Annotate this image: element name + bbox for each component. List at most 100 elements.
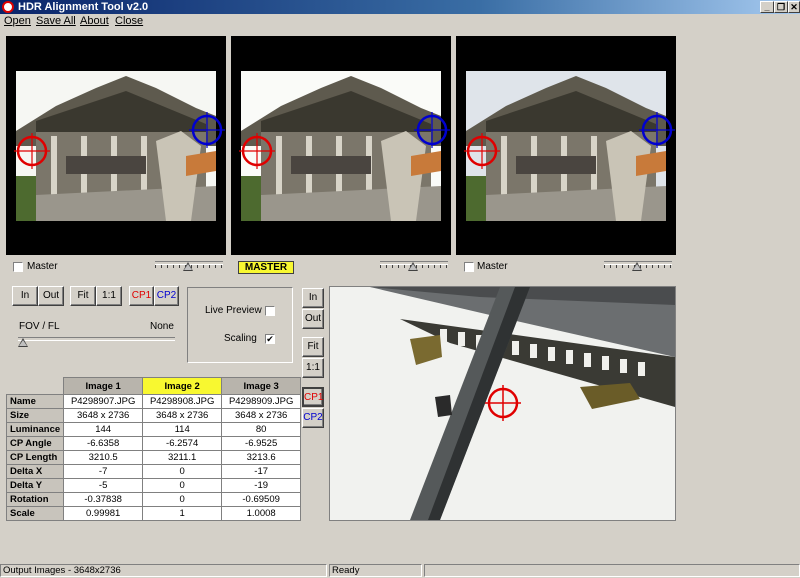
minimize-button[interactable]: _ bbox=[760, 1, 774, 13]
slider-thumb-3[interactable] bbox=[632, 262, 642, 271]
thumbnail-panel-1[interactable] bbox=[6, 36, 226, 255]
menu-open[interactable]: Open bbox=[4, 14, 31, 29]
table-cell: 3648 x 2736 bbox=[142, 408, 223, 423]
zoom-preview-image bbox=[330, 287, 675, 520]
status-bar: Output Images - 3648x2736 Ready bbox=[0, 563, 800, 578]
master-badge: MASTER bbox=[238, 261, 294, 274]
table-row: Size 3648 x 2736 3648 x 2736 3648 x 2736 bbox=[5, 408, 302, 423]
master-label-3: Master bbox=[477, 261, 508, 272]
row-label: Name bbox=[5, 394, 65, 409]
table-header-row: Image 1 Image 2 Image 3 bbox=[5, 377, 302, 395]
table-cell: -7 bbox=[63, 464, 144, 479]
menu-about[interactable]: About bbox=[80, 14, 109, 29]
table-cell: -6.9525 bbox=[221, 436, 302, 451]
table-cell: -0.37838 bbox=[63, 492, 144, 507]
close-window-button[interactable]: ✕ bbox=[788, 1, 800, 13]
app-icon bbox=[2, 1, 14, 13]
scaling-label: Scaling bbox=[224, 333, 257, 344]
table-cell: -6.2574 bbox=[142, 436, 223, 451]
image-info-table: Image 1 Image 2 Image 3 Name P4298907.JPG… bbox=[5, 377, 302, 521]
table-cell: 3210.5 bbox=[63, 450, 144, 465]
zoom-preview[interactable] bbox=[329, 286, 676, 521]
table-row: Name P4298907.JPG P4298908.JPG P4298909.JPG bbox=[5, 394, 302, 409]
table-cell: 0 bbox=[142, 464, 223, 479]
table-cell: -17 bbox=[221, 464, 302, 479]
preview-cp2-button[interactable]: CP2 bbox=[302, 408, 324, 428]
row-label: Size bbox=[5, 408, 65, 423]
title-bar: HDR Alignment Tool v2.0 _ ❐ ✕ bbox=[0, 0, 800, 14]
status-extra bbox=[424, 564, 800, 577]
fov-slider-thumb[interactable] bbox=[18, 338, 28, 347]
window-title: HDR Alignment Tool v2.0 bbox=[18, 1, 149, 13]
thumbnail-panel-3[interactable] bbox=[456, 36, 676, 255]
cp2-button[interactable]: CP2 bbox=[154, 286, 179, 306]
slider-thumb-1[interactable] bbox=[183, 262, 193, 271]
header-image-1: Image 1 bbox=[63, 377, 144, 395]
thumb-slider-1[interactable] bbox=[155, 261, 223, 271]
table-row: CP Angle -6.6358 -6.2574 -6.9525 bbox=[5, 436, 302, 451]
scaling-checkbox[interactable]: ✔ bbox=[265, 334, 275, 344]
row-label: Rotation bbox=[5, 492, 65, 507]
fov-label: FOV / FL bbox=[19, 321, 60, 332]
maximize-button[interactable]: ❐ bbox=[774, 1, 788, 13]
menu-save-all[interactable]: Save All bbox=[36, 14, 76, 29]
live-preview-checkbox[interactable] bbox=[265, 306, 275, 316]
table-cell: 0 bbox=[142, 478, 223, 493]
temple-photo-2 bbox=[231, 36, 451, 255]
table-cell: P4298907.JPG bbox=[63, 394, 144, 409]
row-label: CP Angle bbox=[5, 436, 65, 451]
header-image-3: Image 3 bbox=[221, 377, 302, 395]
zoom-out-button[interactable]: Out bbox=[38, 286, 64, 306]
table-row: Delta Y -5 0 -19 bbox=[5, 478, 302, 493]
thumb-slider-2[interactable] bbox=[380, 261, 448, 271]
preview-zoom-in-button[interactable]: In bbox=[302, 288, 324, 308]
row-label: Delta Y bbox=[5, 478, 65, 493]
table-corner bbox=[5, 377, 65, 395]
row-label: Delta X bbox=[5, 464, 65, 479]
one-to-one-button[interactable]: 1:1 bbox=[96, 286, 122, 306]
table-cell: -6.6358 bbox=[63, 436, 144, 451]
zoom-in-button[interactable]: In bbox=[12, 286, 38, 306]
fit-button[interactable]: Fit bbox=[70, 286, 96, 306]
table-cell: 3648 x 2736 bbox=[221, 408, 302, 423]
live-preview-label: Live Preview bbox=[205, 305, 262, 316]
table-cell: P4298909.JPG bbox=[221, 394, 302, 409]
preview-zoom-out-button[interactable]: Out bbox=[302, 309, 324, 329]
cp1-button[interactable]: CP1 bbox=[129, 286, 154, 306]
table-cell: P4298908.JPG bbox=[142, 394, 223, 409]
header-image-2: Image 2 bbox=[142, 377, 223, 395]
table-cell: 114 bbox=[142, 422, 223, 437]
table-row: CP Length 3210.5 3211.1 3213.6 bbox=[5, 450, 302, 465]
menu-close[interactable]: Close bbox=[115, 14, 143, 29]
fov-value: None bbox=[150, 321, 174, 332]
temple-photo-3 bbox=[456, 36, 676, 255]
table-cell: -0.69509 bbox=[221, 492, 302, 507]
table-cell: 3213.6 bbox=[221, 450, 302, 465]
table-cell: 0 bbox=[142, 492, 223, 507]
table-cell: 80 bbox=[221, 422, 302, 437]
table-cell: 3648 x 2736 bbox=[63, 408, 144, 423]
fov-slider[interactable] bbox=[18, 337, 175, 347]
master-checkbox-3[interactable] bbox=[464, 262, 474, 272]
table-row: Scale 0.99981 1 1.0008 bbox=[5, 506, 302, 521]
master-label-1: Master bbox=[27, 261, 58, 272]
thumb-slider-3[interactable] bbox=[604, 261, 672, 271]
table-cell: 1 bbox=[142, 506, 223, 521]
table-cell: 3211.1 bbox=[142, 450, 223, 465]
table-row: Rotation -0.37838 0 -0.69509 bbox=[5, 492, 302, 507]
preview-cp1-button[interactable]: CP1 bbox=[302, 387, 324, 407]
status-output-size: Output Images - 3648x2736 bbox=[0, 564, 327, 577]
master-checkbox-1[interactable] bbox=[13, 262, 23, 272]
preview-fit-button[interactable]: Fit bbox=[302, 337, 324, 357]
table-row: Delta X -7 0 -17 bbox=[5, 464, 302, 479]
table-row: Luminance 144 114 80 bbox=[5, 422, 302, 437]
row-label: CP Length bbox=[5, 450, 65, 465]
menu-bar: Open Save All About Close bbox=[0, 14, 800, 29]
thumbnail-panel-2[interactable] bbox=[231, 36, 451, 255]
table-cell: 144 bbox=[63, 422, 144, 437]
slider-thumb-2[interactable] bbox=[408, 262, 418, 271]
table-cell: 1.0008 bbox=[221, 506, 302, 521]
row-label: Scale bbox=[5, 506, 65, 521]
preview-one-to-one-button[interactable]: 1:1 bbox=[302, 358, 324, 378]
temple-photo-1 bbox=[6, 36, 226, 255]
